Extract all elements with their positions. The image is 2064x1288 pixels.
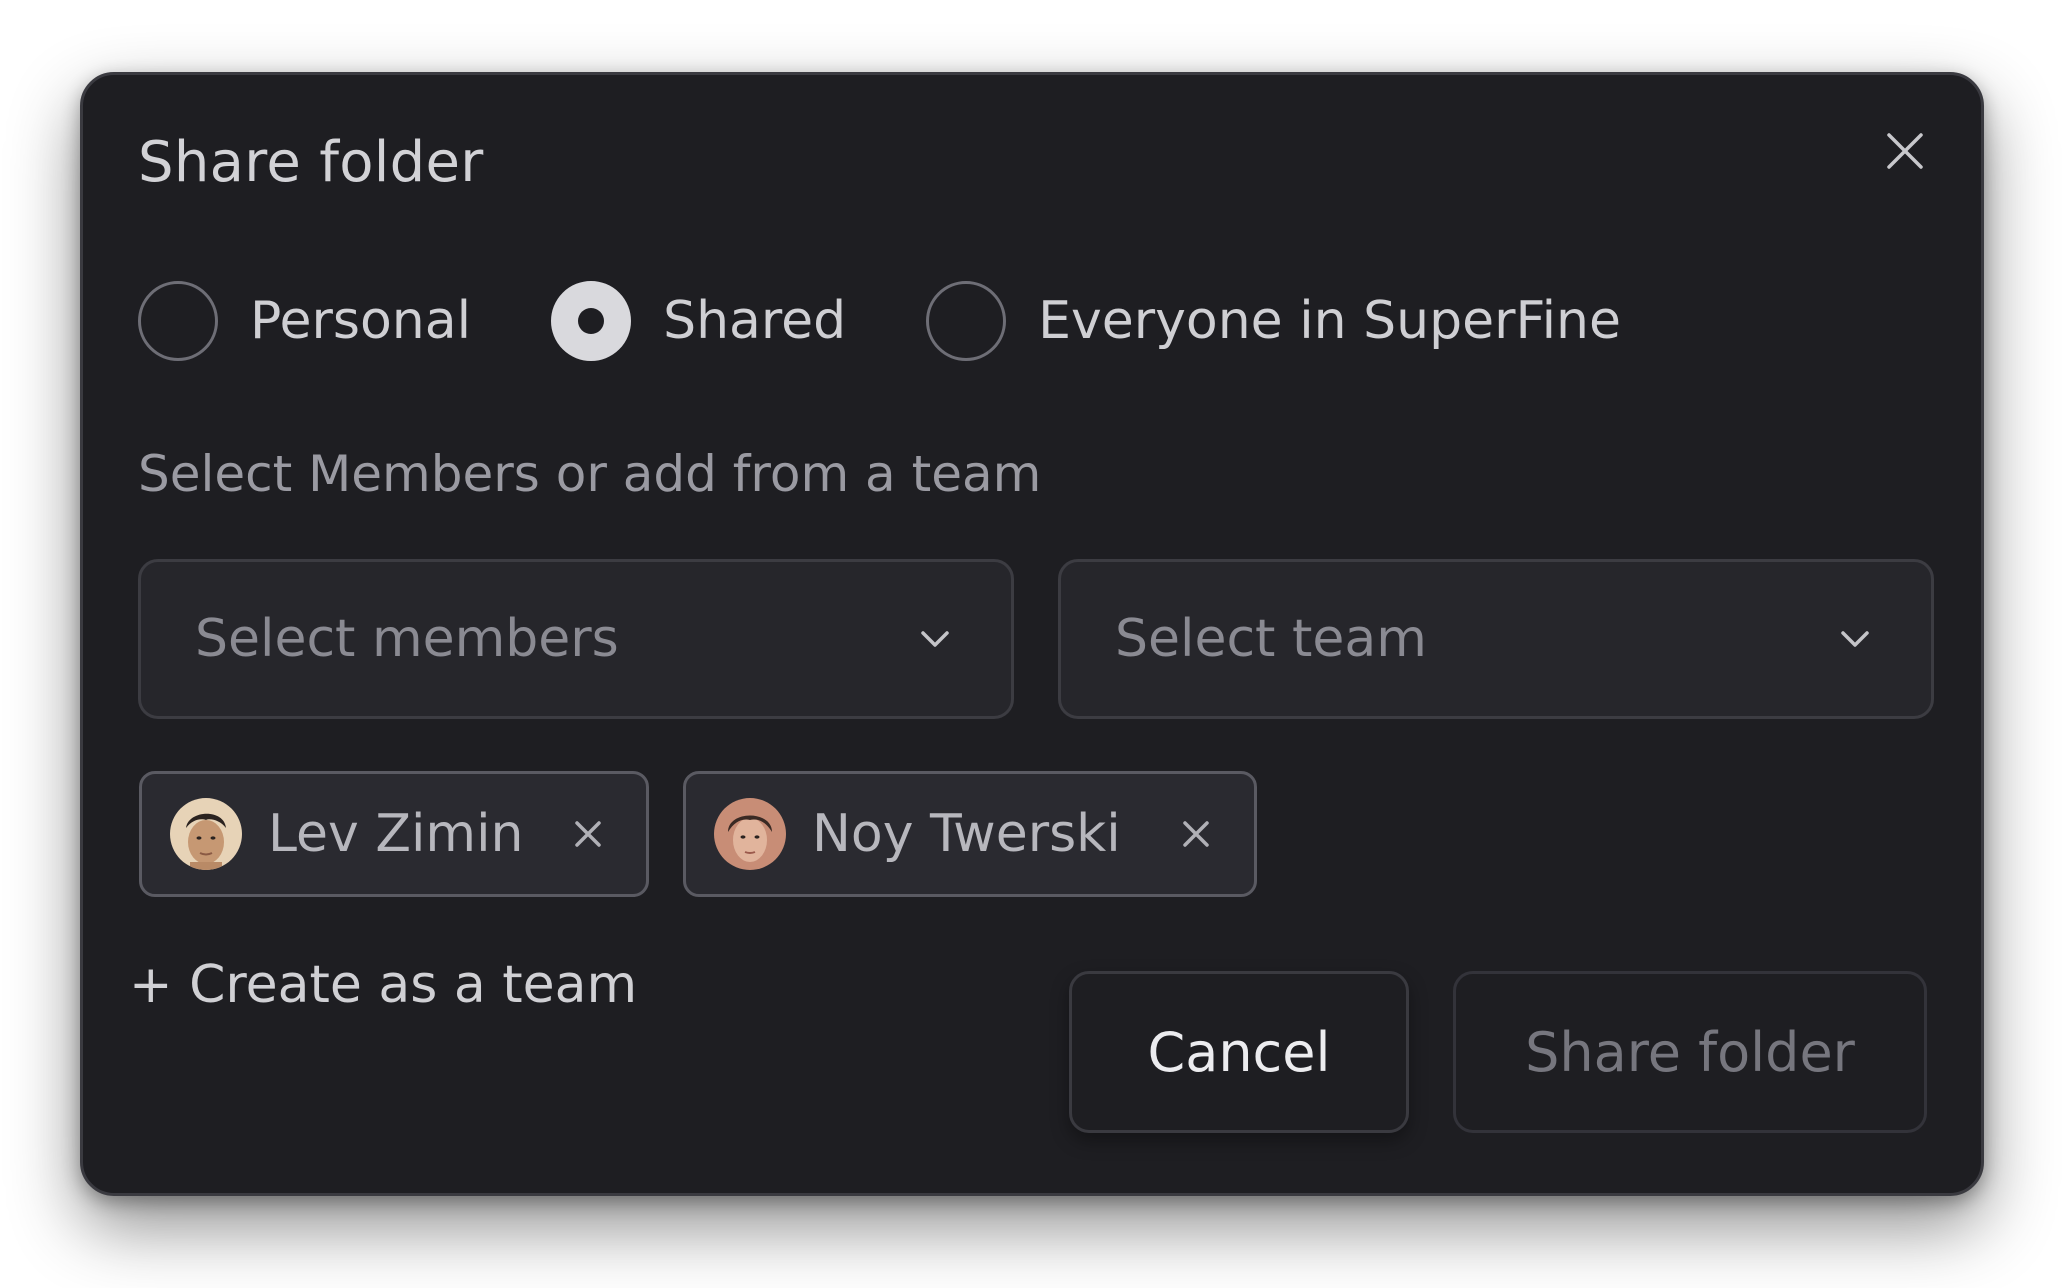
radio-everyone[interactable]: Everyone in SuperFine	[926, 281, 1621, 361]
select-members-placeholder: Select members	[195, 609, 619, 669]
share-folder-button[interactable]: Share folder	[1453, 971, 1927, 1133]
avatar	[714, 798, 786, 870]
radio-label-personal: Personal	[250, 291, 472, 351]
close-icon	[1881, 127, 1929, 175]
cancel-button[interactable]: Cancel	[1069, 971, 1409, 1133]
avatar	[170, 798, 242, 870]
member-chip-noy-twerski: Noy Twerski	[683, 771, 1257, 897]
select-team-placeholder: Select team	[1115, 609, 1427, 669]
radio-button[interactable]	[926, 281, 1007, 361]
radio-label-everyone: Everyone in SuperFine	[1038, 291, 1622, 351]
share-folder-dialog: Share folder Personal Shared Everyone in…	[80, 72, 1984, 1196]
radio-personal[interactable]: Personal	[138, 281, 471, 361]
chevron-down-icon	[1833, 617, 1877, 661]
remove-member-button[interactable]	[1178, 816, 1214, 852]
member-name: Lev Zimin	[268, 804, 524, 864]
radio-button[interactable]	[138, 281, 218, 361]
create-as-team-link[interactable]: + Create as a team	[129, 955, 637, 1015]
member-chip-lev-zimin: Lev Zimin	[139, 771, 649, 897]
radio-button-selected[interactable]	[551, 281, 632, 361]
close-icon	[1183, 821, 1209, 847]
dialog-title: Share folder	[138, 130, 484, 195]
select-team-dropdown[interactable]: Select team	[1058, 559, 1934, 719]
select-members-dropdown[interactable]: Select members	[138, 559, 1014, 719]
remove-member-button[interactable]	[570, 816, 606, 852]
visibility-radio-group: Personal Shared Everyone in SuperFine	[138, 281, 1621, 361]
radio-label-shared: Shared	[663, 291, 847, 351]
radio-shared[interactable]: Shared	[551, 281, 846, 361]
member-name: Noy Twerski	[812, 804, 1121, 864]
chevron-down-icon	[913, 617, 957, 661]
members-section-label: Select Members or add from a team	[138, 445, 1042, 503]
close-icon	[575, 821, 601, 847]
close-button[interactable]	[1881, 127, 1929, 175]
